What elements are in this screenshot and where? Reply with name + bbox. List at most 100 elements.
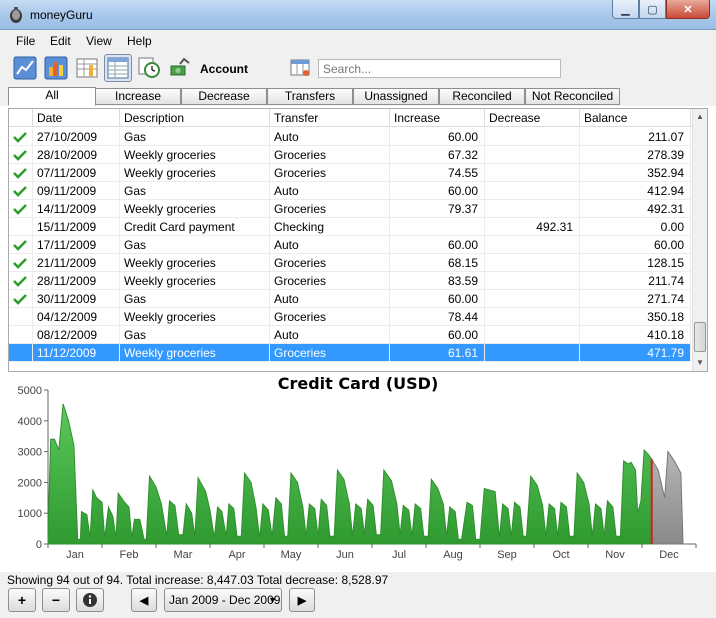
increase-cell: 74.55 [390,164,485,182]
schedules-button[interactable] [135,54,163,82]
add-button[interactable]: + [8,588,36,612]
dropdown-arrow-icon: ▼ [268,595,277,605]
plus-icon: + [17,592,27,608]
menu-bar: File Edit View Help [0,30,716,51]
date-cell: 30/11/2009 [33,290,120,308]
chart-svg: 010002000300040005000Jan Feb Mar Apr May Jun J… [18,385,697,561]
filter-increase[interactable]: Increase [95,88,181,105]
x-tick-label: Oct [552,549,569,561]
table-row[interactable]: 17/11/2009 Gas Auto 60.00 60.00 [9,236,691,254]
next-period-button[interactable]: ▶ [289,588,315,612]
decrease-cell [485,254,580,272]
filter-all[interactable]: All [8,87,96,106]
search-input[interactable] [318,59,561,78]
description-cell: Gas [120,128,270,146]
menu-view[interactable]: View [86,34,112,48]
filter-reconciled[interactable]: Reconciled [439,88,525,105]
y-tick-label: 4000 [18,416,42,428]
menu-edit[interactable]: Edit [50,34,71,48]
remove-button[interactable]: − [42,588,70,612]
header-date[interactable]: Date [33,109,120,127]
decrease-cell [485,344,580,362]
budget-icon [170,57,190,76]
info-icon [83,593,97,607]
chart-title: Credit Card (USD) [277,374,439,393]
menu-file[interactable]: File [16,34,35,48]
increase-cell: 78.44 [390,308,485,326]
table-row[interactable]: 28/10/2009 Weekly groceries Groceries 67.32… [9,146,691,164]
increase-cell: 68.15 [390,254,485,272]
table-row[interactable]: 28/11/2009 Weekly groceries Groceries 83.59… [9,272,691,290]
filter-decrease[interactable]: Decrease [181,88,267,105]
header-description[interactable]: Description [120,109,270,127]
scroll-down-icon[interactable]: ▼ [693,355,707,371]
table-row[interactable]: 15/11/2009 Credit Card payment Checking 492… [9,218,691,236]
x-tick-label: Jan [66,549,84,561]
reconciled-cell [9,236,33,254]
profit-button[interactable] [42,54,70,82]
table-row[interactable]: 09/11/2009 Gas Auto 60.00 412.94 [9,182,691,200]
minimize-button[interactable]: ▁ [612,0,639,19]
previous-period-button[interactable]: ◀ [131,588,157,612]
table-row[interactable]: 07/11/2009 Weekly groceries Groceries 74.55… [9,164,691,182]
close-button[interactable]: ✕ [666,0,710,19]
table-row[interactable]: 27/10/2009 Gas Auto 60.00 211.07 [9,128,691,146]
net-worth-button[interactable] [11,54,39,82]
date-cell: 17/11/2009 [33,236,120,254]
transfer-cell: Groceries [270,344,390,362]
scroll-up-icon[interactable]: ▲ [693,109,707,125]
description-cell: Weekly groceries [120,254,270,272]
reconciled-cell [9,146,33,164]
date-cell: 09/11/2009 [33,182,120,200]
columns-button[interactable] [286,54,314,82]
header-reconciled[interactable] [9,109,33,127]
transfer-cell: Groceries [270,272,390,290]
balance-cell: 492.31 [580,200,691,218]
maximize-button[interactable]: ▢ [639,0,666,19]
decrease-cell [485,326,580,344]
info-button[interactable] [76,588,104,612]
transfer-cell: Auto [270,290,390,308]
window-title: moneyGuru [30,8,93,22]
table-row[interactable]: 08/12/2009 Gas Auto 60.00 410.18 [9,326,691,344]
y-tick-label: 0 [36,539,42,551]
reconciled-cell [9,164,33,182]
account-view-button[interactable] [104,54,132,82]
transfer-cell: Groceries [270,146,390,164]
balance-cell: 60.00 [580,236,691,254]
table-row[interactable]: 14/11/2009 Weekly groceries Groceries 79.37… [9,200,691,218]
header-decrease[interactable]: Decrease [485,109,580,127]
filter-transfers[interactable]: Transfers [267,88,353,105]
balance-chart: Credit Card (USD) 0 1000 2000 3000 4000 5000 J… [8,374,708,572]
left-arrow-icon: ◀ [139,594,149,607]
table-row[interactable]: 04/12/2009 Weekly groceries Groceries 78.44… [9,308,691,326]
balance-cell: 350.18 [580,308,691,326]
balance-cell: 278.39 [580,146,691,164]
y-tick-label: 3000 [18,447,42,459]
table-row[interactable]: 11/12/2009 Weekly groceries Groceries 61.61… [9,344,691,362]
x-tick-label: Jul [392,549,406,561]
series-area-0 [47,403,653,545]
filter-unassigned[interactable]: Unassigned [353,88,439,105]
increase-cell: 60.00 [390,236,485,254]
date-cell: 21/11/2009 [33,254,120,272]
scroll-thumb[interactable] [694,322,706,352]
balance-cell: 211.07 [580,128,691,146]
vertical-scrollbar[interactable]: ▲ ▼ [692,109,707,371]
header-balance[interactable]: Balance [580,109,691,127]
decrease-cell [485,164,580,182]
date-range-selector[interactable]: Jan 2009 - Dec 2009 ▼ [164,588,282,612]
description-cell: Weekly groceries [120,344,270,362]
filter-not-reconciled[interactable]: Not Reconciled [525,88,620,105]
reconciled-cell [9,218,33,236]
table-row[interactable]: 21/11/2009 Weekly groceries Groceries 68.15… [9,254,691,272]
budgets-button[interactable] [166,54,194,82]
transactions-button[interactable] [73,54,101,82]
checkmark-icon [13,276,27,287]
reconciled-cell [9,128,33,146]
title-bar: moneyGuru ▁ ▢ ✕ [0,0,716,30]
table-row[interactable]: 30/11/2009 Gas Auto 60.00 271.74 [9,290,691,308]
menu-help[interactable]: Help [127,34,152,48]
header-increase[interactable]: Increase [390,109,485,127]
header-transfer[interactable]: Transfer [270,109,390,127]
